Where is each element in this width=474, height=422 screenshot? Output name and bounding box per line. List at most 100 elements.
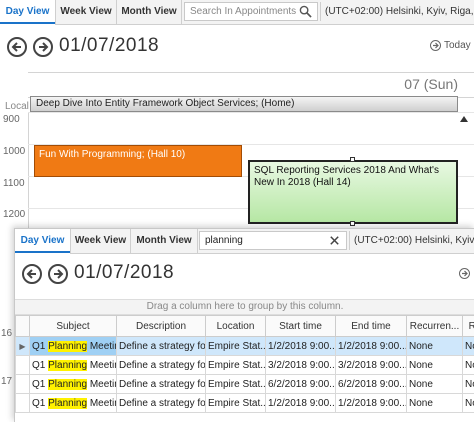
recurrence-cell[interactable]: None	[407, 394, 463, 413]
time-label: 1000	[3, 146, 25, 157]
scroll-up-icon[interactable]	[460, 116, 468, 122]
results-grid: Subject Description Location Start time …	[15, 315, 474, 413]
time-label: 1100	[3, 178, 25, 189]
tab-day-view[interactable]: Day View	[0, 0, 56, 25]
table-row[interactable]: ▶ Q1 Planning Meeting Define a strategy …	[16, 337, 474, 356]
search-highlight: Planning	[48, 360, 87, 371]
search-highlight: Planning	[48, 341, 87, 352]
search-highlight: Planning	[48, 379, 87, 390]
resize-handle-bottom[interactable]	[350, 221, 355, 226]
end-time-cell[interactable]: 3/2/2018 9:00...	[336, 356, 407, 375]
start-time-cell[interactable]: 3/2/2018 9:00...	[266, 356, 336, 375]
table-row[interactable]: Q1 Planning Meeting Define a strategy fo…	[16, 394, 474, 413]
time-label: 16	[1, 328, 12, 339]
appointment-fun-with-programming[interactable]: Fun With Programming; (Hall 10)	[34, 145, 242, 177]
subject-text: Q1	[32, 379, 48, 390]
all-day-appointment[interactable]: Deep Dive Into Entity Framework Object S…	[30, 96, 458, 112]
current-date: 01/07/2018	[59, 35, 159, 57]
start-time-cell[interactable]: 6/2/2018 9:00...	[266, 375, 336, 394]
subject-text: Q1	[32, 341, 48, 352]
hour-line	[28, 112, 474, 113]
recurrence-cell[interactable]: None	[407, 337, 463, 356]
resize-handle-top[interactable]	[350, 157, 355, 162]
day-header-label: 07 (Sun)	[404, 76, 458, 92]
subject-cell[interactable]: Q1 Planning Meeting	[30, 394, 117, 413]
column-header-location[interactable]: Location	[206, 316, 266, 337]
appointment-sql-reporting[interactable]: SQL Reporting Services 2018 And What's N…	[248, 160, 458, 224]
arrow-left-icon	[26, 268, 38, 280]
day-header: 07 (Sun)	[28, 72, 474, 98]
row-indicator	[16, 375, 30, 394]
arrow-left-icon	[11, 41, 23, 53]
today-button[interactable]: Today	[444, 40, 471, 51]
arrow-right-icon	[52, 268, 64, 280]
re-cell[interactable]: None	[463, 337, 474, 356]
column-header-description[interactable]: Description	[117, 316, 206, 337]
location-cell[interactable]: Empire Stat...	[206, 337, 266, 356]
clear-icon[interactable]	[328, 234, 341, 247]
row-indicator-header	[16, 316, 30, 337]
search-highlight: Planning	[48, 398, 87, 409]
current-row-icon: ▶	[16, 337, 30, 356]
today-icon[interactable]	[430, 40, 441, 51]
start-time-cell[interactable]: 1/2/2018 9:00...	[266, 394, 336, 413]
subject-text: Meeting	[87, 341, 116, 352]
search-icon[interactable]	[299, 5, 312, 18]
time-label: 17	[1, 376, 12, 387]
re-cell[interactable]: None	[463, 356, 474, 375]
search-placeholder: Search In Appointments	[190, 6, 296, 17]
description-cell[interactable]: Define a strategy fo...	[117, 356, 206, 375]
description-cell[interactable]: Define a strategy fo...	[117, 375, 206, 394]
table-row[interactable]: Q1 Planning Meeting Define a strategy fo…	[16, 375, 474, 394]
column-header-re[interactable]: Re	[463, 316, 474, 337]
column-header-subject[interactable]: Subject	[30, 316, 117, 337]
subject-cell[interactable]: Q1 Planning Meeting	[30, 375, 117, 394]
tab-week-view[interactable]: Week View	[56, 0, 117, 24]
table-row[interactable]: Q1 Planning Meeting Define a strategy fo…	[16, 356, 474, 375]
column-header-start-time[interactable]: Start time	[266, 316, 336, 337]
location-cell[interactable]: Empire Stat...	[206, 356, 266, 375]
tab-month-view[interactable]: Month View	[117, 0, 182, 24]
tab-week-view[interactable]: Week View	[71, 229, 131, 253]
subject-cell[interactable]: Q1 Planning Meeting	[30, 337, 117, 356]
timezone-select[interactable]: (UTC+02:00) Helsinki, Kyiv, Riga,	[320, 2, 474, 21]
tab-month-view[interactable]: Month View	[131, 229, 198, 253]
time-label: 900	[3, 114, 20, 125]
end-time-cell[interactable]: 6/2/2018 9:00...	[336, 375, 407, 394]
tab-day-view[interactable]: Day View	[15, 229, 71, 254]
re-cell[interactable]: None	[463, 394, 474, 413]
scheduler-window-front: Day View Week View Month View planning (…	[14, 228, 474, 422]
search-input[interactable]: planning	[199, 231, 347, 250]
subject-cell[interactable]: Q1 Planning Meeting	[30, 356, 117, 375]
subject-text: Q1	[32, 360, 48, 371]
location-cell[interactable]: Empire Stat...	[206, 375, 266, 394]
search-value: planning	[205, 235, 243, 246]
group-panel[interactable]: Drag a column here to group by this colu…	[15, 299, 474, 315]
location-cell[interactable]: Empire Stat...	[206, 394, 266, 413]
timezone-select[interactable]: (UTC+02:00) Helsinki, Kyiv, Riga,	[349, 231, 474, 250]
next-button[interactable]	[48, 264, 68, 284]
column-header-recurrence[interactable]: Recurren...	[407, 316, 463, 337]
end-time-cell[interactable]: 1/2/2018 9:00...	[336, 394, 407, 413]
subject-text: Meeting	[87, 379, 116, 390]
subject-text: Q1	[32, 398, 48, 409]
subject-text: Meeting	[87, 398, 116, 409]
column-header-end-time[interactable]: End time	[336, 316, 407, 337]
time-label: 1200	[3, 209, 25, 220]
end-time-cell[interactable]: 1/2/2018 9:00...	[336, 337, 407, 356]
view-tabbar: Day View Week View Month View planning (…	[15, 229, 474, 254]
previous-button[interactable]	[7, 37, 27, 57]
description-cell[interactable]: Define a strategy fo...	[117, 394, 206, 413]
grid-header-row: Subject Description Location Start time …	[16, 316, 474, 337]
recurrence-cell[interactable]: None	[407, 375, 463, 394]
description-cell[interactable]: Define a strategy fo...	[117, 337, 206, 356]
start-time-cell[interactable]: 1/2/2018 9:00...	[266, 337, 336, 356]
next-button[interactable]	[33, 37, 53, 57]
row-indicator	[16, 356, 30, 375]
previous-button[interactable]	[22, 264, 42, 284]
search-input[interactable]: Search In Appointments	[184, 2, 318, 21]
re-cell[interactable]: None	[463, 375, 474, 394]
view-tabbar: Day View Week View Month View Search In …	[0, 0, 474, 25]
recurrence-cell[interactable]: None	[407, 356, 463, 375]
today-icon[interactable]	[459, 268, 470, 279]
